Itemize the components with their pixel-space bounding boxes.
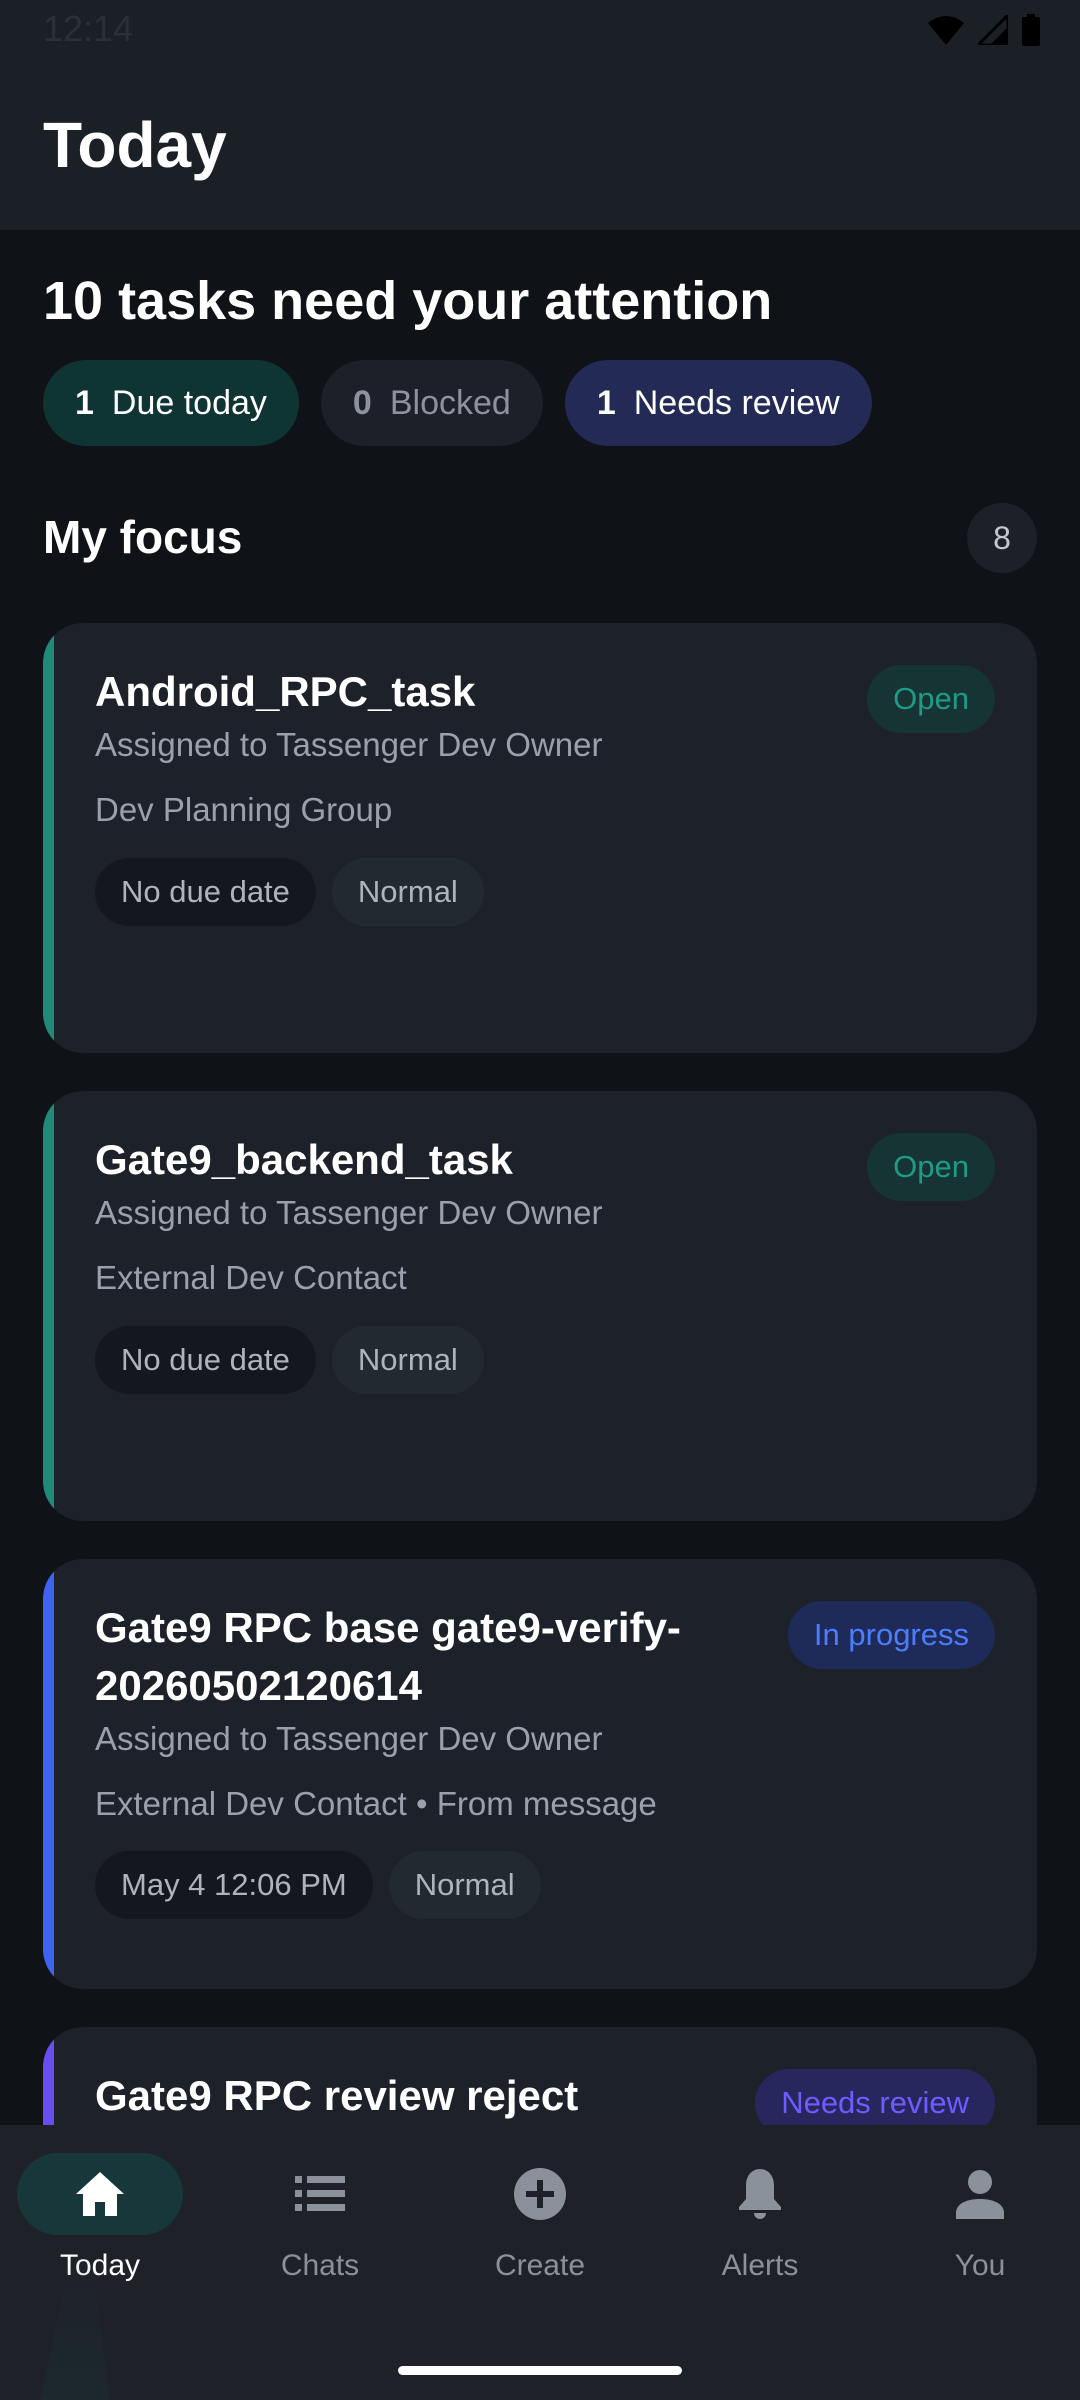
card-accent-bar — [43, 1091, 54, 1521]
task-tags: May 4 12:06 PM Normal — [95, 1851, 541, 1919]
status-badge: In progress — [787, 1601, 995, 1669]
nav-you[interactable]: You — [872, 2153, 1080, 2303]
wifi-icon — [928, 16, 964, 45]
task-title: Gate9_backend_task — [95, 1136, 513, 1183]
filter-chips: 1 Due today 0 Blocked 1 Needs review — [43, 360, 872, 446]
task-assignee: Assigned to Tassenger Dev Owner — [95, 1194, 603, 1231]
task-title: Gate9 RPC base gate9-verify-202605021206… — [95, 1604, 681, 1709]
card-accent-bar — [43, 623, 54, 1053]
nav-today[interactable]: Today — [0, 2153, 208, 2303]
status-badge: Open — [867, 665, 995, 733]
nav-label: Chats — [280, 2249, 360, 2282]
person-icon — [956, 2170, 1004, 2219]
nav-create[interactable]: Create — [432, 2153, 648, 2303]
nav-alerts[interactable]: Alerts — [652, 2153, 868, 2303]
nav-label: Alerts — [721, 2249, 799, 2282]
nav-chats[interactable]: Chats — [212, 2153, 428, 2303]
signal-icon — [978, 15, 1008, 45]
add-circle-icon — [514, 2168, 566, 2220]
status-badge: Open — [867, 1133, 995, 1201]
status-icons — [928, 14, 1040, 46]
task-group: Dev Planning Group — [95, 791, 393, 828]
chip-blocked[interactable]: 0 Blocked — [320, 360, 543, 446]
chip-needs-review[interactable]: 1 Needs review — [564, 360, 872, 446]
task-card[interactable]: Gate9 RPC base gate9-verify-202605021206… — [43, 1559, 1037, 1989]
home-icon — [76, 2172, 124, 2216]
card-accent-bar — [43, 1559, 54, 1989]
focus-count-badge: 8 — [967, 503, 1037, 573]
task-assignee: Assigned to Tassenger Dev Owner — [95, 1720, 603, 1757]
nav-icon-wrap — [677, 2153, 843, 2235]
due-date-tag: No due date — [95, 858, 316, 926]
nav-label: Create — [494, 2249, 586, 2282]
nav-icon-wrap — [457, 2153, 623, 2235]
priority-tag: Normal — [331, 1326, 484, 1394]
task-title: Gate9 RPC review reject — [95, 2072, 579, 2119]
task-group: External Dev Contact • From message — [95, 1785, 657, 1822]
bottom-navigation: Today Chats Create Alerts You — [0, 2125, 1080, 2400]
nav-icon-wrap — [897, 2153, 1063, 2235]
priority-tag: Normal — [331, 858, 484, 926]
task-card[interactable]: Android_RPC_task Open Assigned to Tassen… — [43, 623, 1037, 1053]
due-date-tag: No due date — [95, 1326, 316, 1394]
task-card[interactable]: Gate9_backend_task Open Assigned to Tass… — [43, 1091, 1037, 1521]
chip-label: Due today — [111, 383, 267, 422]
chip-due-today[interactable]: 1 Due today — [43, 360, 299, 446]
task-tags: No due date Normal — [95, 1326, 484, 1394]
summary-title: 10 tasks need your attention — [43, 271, 773, 331]
priority-tag: Normal — [388, 1851, 541, 1919]
chip-count: 1 — [596, 383, 616, 422]
due-date-tag: May 4 12:06 PM — [95, 1851, 373, 1919]
nav-active-indicator — [17, 2153, 183, 2235]
chip-count: 1 — [75, 383, 94, 422]
list-icon — [295, 2176, 345, 2211]
chip-count: 0 — [352, 383, 372, 422]
task-assignee: Assigned to Tassenger Dev Owner — [95, 726, 603, 763]
chip-label: Needs review — [633, 383, 840, 422]
status-time: 12:14 — [43, 8, 134, 49]
home-gesture-bar[interactable] — [398, 2366, 682, 2375]
battery-icon — [1022, 14, 1040, 46]
nav-label: You — [954, 2249, 1006, 2282]
top-app-bar: 12:14 Today — [0, 0, 1080, 230]
task-group: External Dev Contact — [95, 1259, 407, 1296]
chip-label: Blocked — [389, 383, 511, 422]
task-tags: No due date Normal — [95, 858, 484, 926]
task-title: Android_RPC_task — [95, 668, 476, 715]
page-title: Today — [43, 109, 227, 181]
section-title-my-focus: My focus — [43, 511, 243, 563]
bell-icon — [739, 2169, 781, 2219]
nav-icon-wrap — [237, 2153, 403, 2235]
